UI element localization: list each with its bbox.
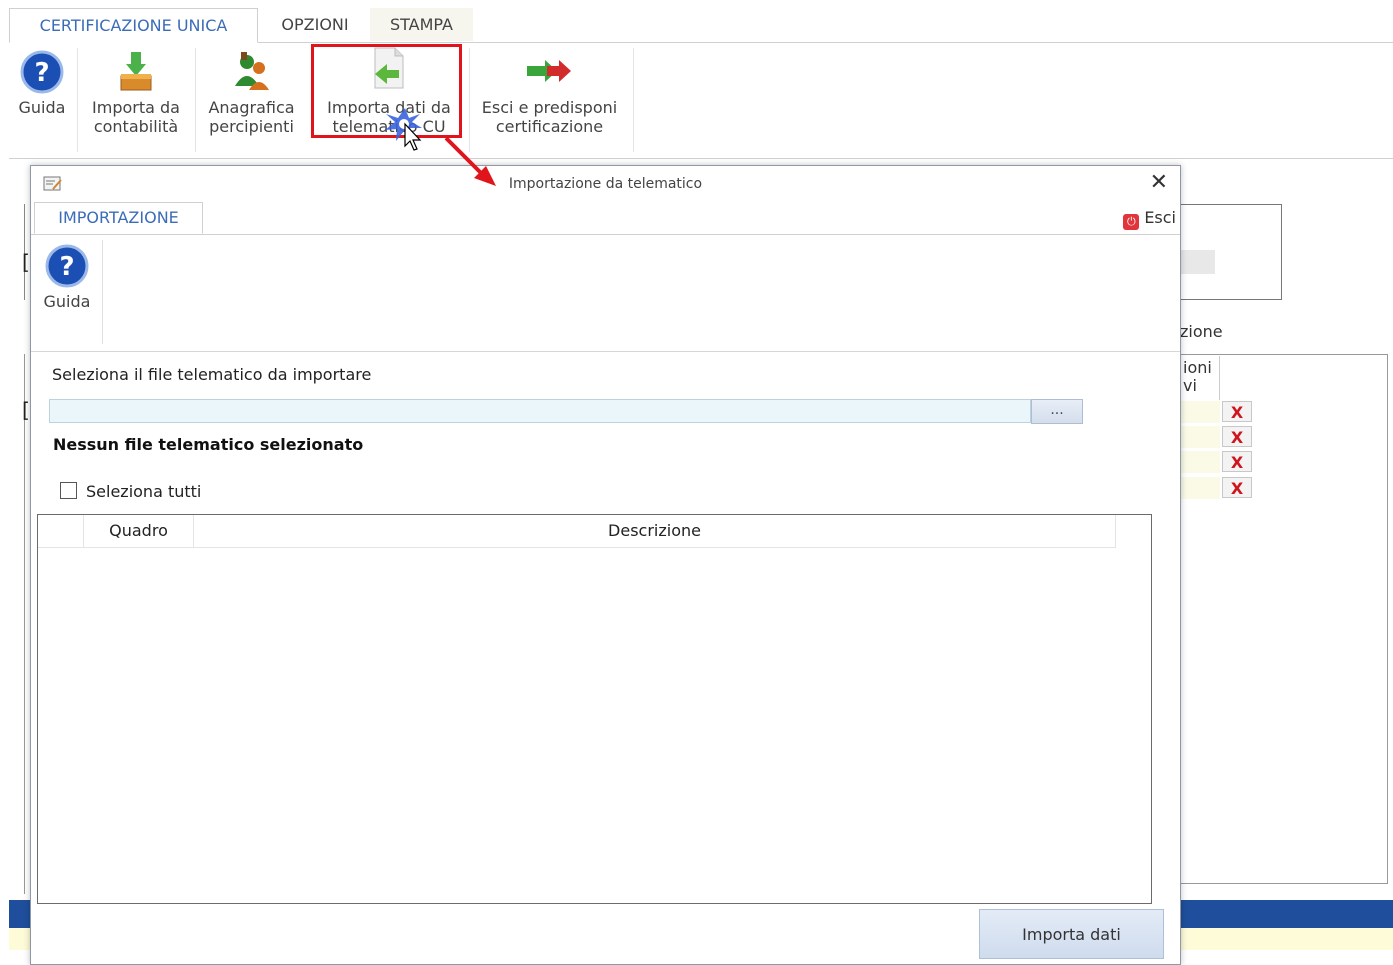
esci-label-2: certificazione <box>495 117 604 136</box>
esci-label-1: Esci e predisponi <box>481 98 618 117</box>
dialog-ribbon-separator <box>102 240 103 344</box>
dialog-ribbon: ? Guida <box>31 234 1180 352</box>
background-grey-field <box>1180 250 1215 274</box>
guida-button[interactable]: ? Guida <box>9 42 75 117</box>
svg-text:?: ? <box>34 58 49 88</box>
power-icon: ⏻ <box>1123 214 1140 230</box>
column-header-descrizione[interactable]: Descrizione <box>194 515 1116 547</box>
import-box-icon <box>81 42 191 98</box>
anagrafica-label-2: percipienti <box>209 117 294 136</box>
importa-da-contabilita-button[interactable]: Importa da contabilità <box>81 42 191 136</box>
background-bracket-lower: [ <box>22 398 30 422</box>
select-all-label: Seleziona tutti <box>86 482 202 501</box>
anagrafica-label-1: Anagrafica <box>208 98 295 117</box>
guida-label: Guida <box>18 98 66 117</box>
help-icon: ? <box>9 42 75 98</box>
dialog-title: Importazione da telematico <box>508 176 703 192</box>
background-row <box>1180 477 1220 499</box>
esci-label: Esci <box>1144 208 1176 227</box>
importa-contabilita-label-2: contabilità <box>93 117 179 136</box>
select-all-checkbox[interactable] <box>60 482 77 499</box>
select-all-option[interactable]: Seleziona tutti <box>60 482 201 501</box>
anagrafica-percipienti-button[interactable]: Anagrafica percipienti <box>199 42 304 136</box>
delete-row-button[interactable]: X <box>1222 477 1252 498</box>
quadri-table: Quadro Descrizione <box>37 514 1152 904</box>
tab-opzioni[interactable]: OPZIONI <box>260 8 370 41</box>
delete-row-button[interactable]: X <box>1222 426 1252 447</box>
column-header-select <box>38 515 84 547</box>
import-dialog: Importazione da telematico ✕ IMPORTAZION… <box>30 165 1181 965</box>
background-row <box>1180 401 1220 423</box>
main-ribbon: ? Guida Importa da contabilità Anagrafic… <box>9 42 1393 159</box>
svg-text:?: ? <box>59 252 74 282</box>
background-column-separator <box>1219 356 1220 400</box>
background-panel-header: ioni vi <box>1183 359 1212 395</box>
exit-arrow-icon <box>472 42 627 98</box>
panel-header-line-1: ioni <box>1183 358 1212 377</box>
select-file-label: Seleziona il file telematico da importar… <box>52 365 372 384</box>
importa-dati-button[interactable]: Importa dati <box>979 909 1164 959</box>
background-row <box>1180 426 1220 448</box>
highlight-frame <box>311 44 462 138</box>
column-header-quadro[interactable]: Quadro <box>84 515 194 547</box>
tab-importazione[interactable]: IMPORTAZIONE <box>34 202 203 234</box>
dialog-tab-bar: IMPORTAZIONE ⏻ Esci <box>31 202 1180 235</box>
table-header: Quadro Descrizione <box>38 515 1116 548</box>
help-icon: ? <box>45 244 89 288</box>
panel-header-line-2: vi <box>1183 376 1197 395</box>
close-icon[interactable]: ✕ <box>1150 170 1168 196</box>
delete-row-button[interactable]: X <box>1222 451 1252 472</box>
tab-certificazione-unica[interactable]: CERTIFICAZIONE UNICA <box>9 8 258 43</box>
importa-contabilita-label-1: Importa da <box>92 98 180 117</box>
background-row <box>1180 451 1220 473</box>
dialog-guida-button[interactable]: ? Guida <box>37 244 97 311</box>
dialog-guida-label: Guida <box>43 292 91 311</box>
people-icon <box>199 42 304 98</box>
file-path-input[interactable] <box>49 399 1031 423</box>
esci-button[interactable]: ⏻ Esci <box>1123 208 1176 230</box>
no-file-message: Nessun file telematico selezionato <box>53 435 364 454</box>
browse-button[interactable]: ... <box>1031 399 1083 424</box>
esci-predisponi-button[interactable]: Esci e predisponi certificazione <box>472 42 627 136</box>
delete-row-button[interactable]: X <box>1222 401 1252 422</box>
background-bracket: [ <box>22 250 30 274</box>
background-column-label: zione <box>1180 322 1223 341</box>
background-left-edge-lower <box>24 354 29 894</box>
main-tab-bar: CERTIFICAZIONE UNICA OPZIONI STAMPA <box>9 8 1393 43</box>
tab-stampa[interactable]: STAMPA <box>370 8 473 41</box>
